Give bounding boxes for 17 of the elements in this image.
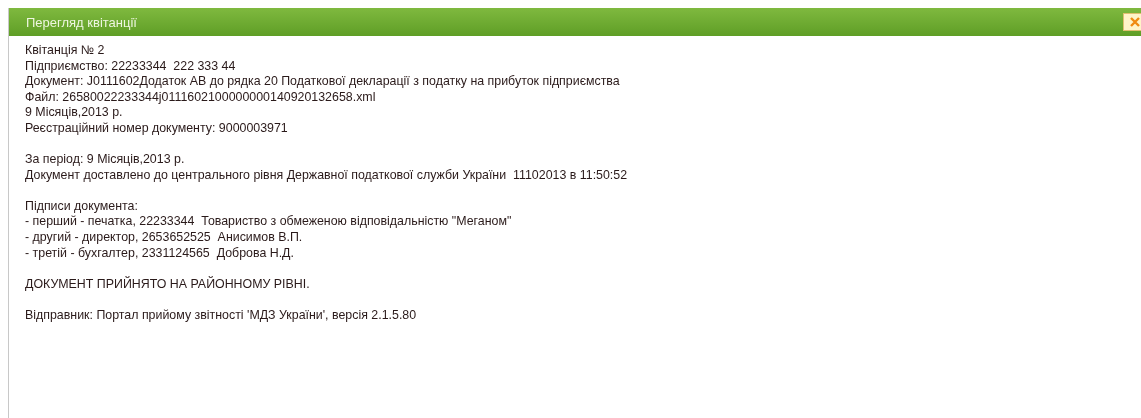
receipt-line: Документ: J0111602Додаток АВ до рядка 20 Податкової декларації з податку на прибуток підприємства: [25, 74, 621, 90]
receipt-line: Файл: 26580022233344j0111602100000000140920132658.xml: [25, 89, 377, 106]
receipt-line: За період: 9 Місяців,2013 р.: [25, 152, 186, 168]
receipt-line: - перший - печатка, 22233344 Товариство з обмеженою відповідальністю "Меганом": [25, 214, 513, 230]
close-button[interactable]: [1123, 13, 1141, 31]
receipt-line: 9 Місяців,2013 р.: [25, 105, 124, 121]
receipt-line: Відправник: Портал прийому звітності 'МДЗ України', версія 2.1.5.80: [25, 307, 418, 324]
receipt-line: ДОКУМЕНТ ПРИЙНЯТО НА РАЙОННОМУ РІВНІ.: [25, 276, 311, 293]
receipt-line: Квітанція № 2: [25, 43, 106, 59]
receipt-line: Підписи документа:: [25, 198, 139, 215]
receipt-line: Реєстраційний номер документу: 9000003971: [25, 120, 289, 137]
receipt-line: Документ доставлено до центрального рівня Державної податкової служби України 11102013 в 11:50:52: [25, 167, 629, 184]
receipt-line: - другий - директор, 2653652525 Анисимов В.П.: [25, 229, 304, 246]
window-title: Перегляд квітанції: [26, 14, 137, 30]
close-icon: [1129, 17, 1141, 27]
receipt-line: - третій - бухгалтер, 2331124565 Доброва Н.Д.: [25, 245, 295, 262]
receipt-line: Підприємство: 22233344 222 333 44: [25, 58, 237, 75]
